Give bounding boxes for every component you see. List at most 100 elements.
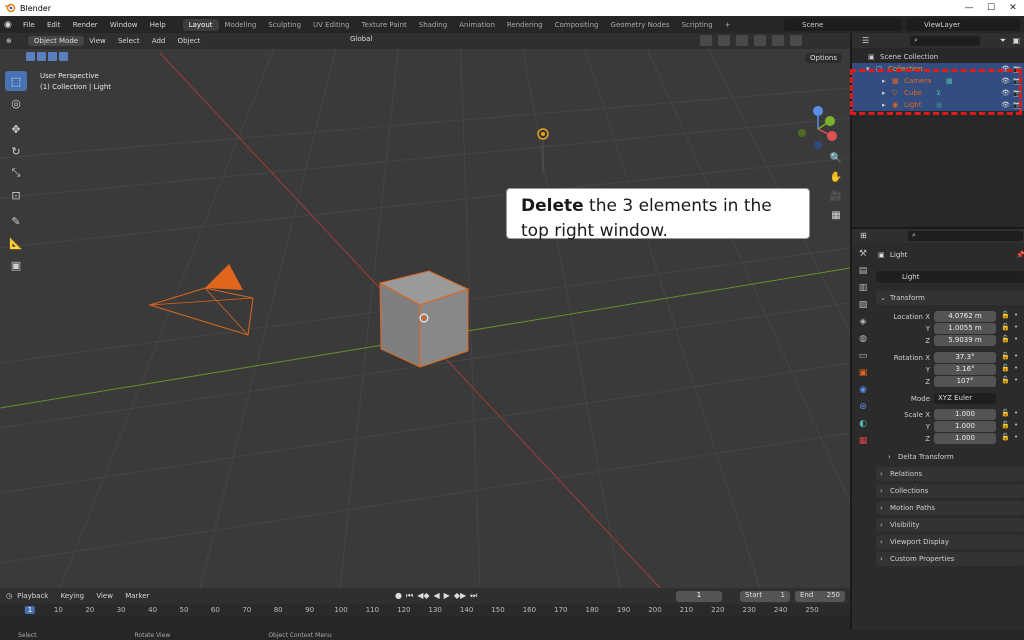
shading-rendered-icon[interactable]: [790, 35, 802, 46]
transform-orientation-dropdown[interactable]: Global: [350, 35, 372, 43]
viewport-menu-add[interactable]: Add: [147, 37, 171, 45]
jump-end-icon[interactable]: ⏭: [470, 591, 477, 601]
add-workspace-icon[interactable]: +: [719, 19, 737, 31]
lock-icon[interactable]: 🔓: [1001, 352, 1010, 360]
timeline-track[interactable]: [0, 616, 850, 630]
timeline-ruler[interactable]: 1 10 20 30 40 50 60 70 80 90 100 110 120 130 140 150 160…: [0, 604, 850, 616]
rotation-x-field[interactable]: 37.3°: [934, 352, 996, 363]
location-x-field[interactable]: 4.0762 m: [934, 311, 996, 322]
render-tab-icon[interactable]: ▤: [854, 266, 872, 283]
play-reverse-icon[interactable]: ◀: [434, 591, 440, 601]
pin-icon[interactable]: 📌: [1016, 251, 1024, 259]
tab-sculpting[interactable]: Sculpting: [262, 19, 307, 31]
select-new-icon[interactable]: [26, 52, 35, 61]
keyframe-dot-icon[interactable]: •: [1014, 364, 1018, 372]
scale-x-field[interactable]: 1.000: [934, 409, 996, 420]
menu-help[interactable]: Help: [145, 21, 171, 29]
shading-solid-icon[interactable]: [754, 35, 766, 46]
camera-view-icon[interactable]: 🎥: [828, 191, 844, 210]
navigation-gizmo[interactable]: [790, 103, 840, 153]
xray-toggle-icon[interactable]: [718, 35, 730, 46]
lock-icon[interactable]: 🔓: [1001, 335, 1010, 343]
next-keyframe-icon[interactable]: ◆▶: [454, 591, 466, 601]
timeline-menu-view[interactable]: View: [91, 592, 118, 600]
lock-icon[interactable]: 🔓: [1001, 364, 1010, 372]
keyframe-dot-icon[interactable]: •: [1014, 376, 1018, 384]
object-name-field[interactable]: Light: [876, 271, 1024, 283]
lock-icon[interactable]: 🔓: [1001, 433, 1010, 441]
scene-tab-icon[interactable]: ◈: [854, 317, 872, 334]
tab-modeling[interactable]: Modeling: [219, 19, 263, 31]
tab-animation[interactable]: Animation: [453, 19, 501, 31]
properties-search-input[interactable]: ⌕: [908, 231, 1023, 241]
tab-layout[interactable]: Layout: [182, 18, 219, 31]
view-layer-tab-icon[interactable]: ▧: [854, 300, 872, 317]
outliner-search-input[interactable]: ⌕: [910, 36, 980, 46]
add-cube-tool-icon[interactable]: ▣: [5, 255, 27, 275]
lock-icon[interactable]: 🔓: [1001, 421, 1010, 429]
move-tool-icon[interactable]: ✥: [5, 119, 27, 139]
3d-viewport[interactable]: ⊕ Object Mode View Select Add Object Glo…: [0, 33, 850, 588]
prev-keyframe-icon[interactable]: ◀◆: [417, 591, 429, 601]
texture-tab-icon[interactable]: ▦: [854, 436, 872, 453]
tab-scripting[interactable]: Scripting: [676, 19, 719, 31]
select-invert-icon[interactable]: [59, 52, 68, 61]
outliner-row-scene-collection[interactable]: ▣ Scene Collection: [852, 51, 1024, 63]
visibility-section-header[interactable]: › Visibility: [876, 518, 1024, 532]
scene-selector[interactable]: Scene: [784, 18, 902, 31]
object-tab-icon[interactable]: ▣: [854, 368, 872, 385]
relations-section-header[interactable]: › Relations: [876, 467, 1024, 481]
camera-object[interactable]: [148, 264, 254, 336]
tool-tab-icon[interactable]: ⚒: [854, 249, 872, 266]
delta-transform-header[interactable]: › Delta Transform: [876, 450, 1024, 464]
start-frame-field[interactable]: Start 1: [740, 591, 790, 602]
zoom-icon[interactable]: 🔍: [828, 153, 844, 172]
lock-icon[interactable]: 🔓: [1001, 311, 1010, 319]
rotation-mode-dropdown[interactable]: XYZ Euler: [934, 393, 996, 404]
output-tab-icon[interactable]: ▥: [854, 283, 872, 300]
pan-hand-icon[interactable]: ✋: [828, 172, 844, 191]
keyframe-dot-icon[interactable]: •: [1014, 433, 1018, 441]
maximize-icon[interactable]: ☐: [980, 0, 1002, 16]
blender-menu-icon[interactable]: ◉: [4, 20, 18, 30]
rotate-tool-icon[interactable]: ↻: [5, 141, 27, 161]
measure-tool-icon[interactable]: 📐: [5, 233, 27, 253]
minimize-icon[interactable]: —: [958, 0, 980, 16]
collections-section-header[interactable]: › Collections: [876, 484, 1024, 498]
select-subtract-icon[interactable]: [48, 52, 57, 61]
keyframe-dot-icon[interactable]: •: [1014, 335, 1018, 343]
end-frame-field[interactable]: End 250: [795, 591, 845, 602]
rotation-z-field[interactable]: 107°: [934, 376, 996, 387]
physics-tab-icon[interactable]: ◉: [854, 385, 872, 402]
motion-paths-section-header[interactable]: › Motion Paths: [876, 501, 1024, 515]
location-z-field[interactable]: 5.9039 m: [934, 335, 996, 346]
lock-icon[interactable]: 🔓: [1001, 409, 1010, 417]
menu-file[interactable]: File: [18, 21, 40, 29]
cube-object[interactable]: [378, 270, 470, 368]
options-dropdown[interactable]: Options: [805, 53, 843, 63]
rotation-y-field[interactable]: 3.16°: [934, 364, 996, 375]
world-tab-icon[interactable]: ◍: [854, 334, 872, 351]
collection-tab-icon[interactable]: ▭: [854, 351, 872, 368]
lock-icon[interactable]: 🔓: [1001, 323, 1010, 331]
scale-tool-icon[interactable]: ⤡: [5, 163, 27, 183]
play-icon[interactable]: ▶: [444, 591, 450, 601]
transform-tool-icon[interactable]: ⊡: [5, 185, 27, 205]
cursor-tool-icon[interactable]: ◎: [5, 93, 27, 113]
select-extend-icon[interactable]: [37, 52, 46, 61]
constraints-tab-icon[interactable]: ⊛: [854, 402, 872, 419]
timeline-menu-playback[interactable]: Playback: [12, 592, 53, 600]
custom-properties-section-header[interactable]: › Custom Properties: [876, 552, 1024, 566]
jump-start-icon[interactable]: ⏮: [406, 591, 413, 601]
location-y-field[interactable]: 1.0055 m: [934, 323, 996, 334]
tab-texture-paint[interactable]: Texture Paint: [356, 19, 413, 31]
annotate-tool-icon[interactable]: ✎: [5, 211, 27, 231]
grid-view-icon[interactable]: ▦: [828, 210, 844, 229]
filter-icon[interactable]: ⏷: [1000, 36, 1006, 46]
properties-editor-icon[interactable]: ⊞: [860, 231, 867, 240]
shading-wireframe-icon[interactable]: [736, 35, 748, 46]
outliner-editor-icon[interactable]: ☰: [862, 36, 869, 45]
record-icon[interactable]: ●: [395, 591, 402, 601]
keyframe-dot-icon[interactable]: •: [1014, 311, 1018, 319]
tab-geometry-nodes[interactable]: Geometry Nodes: [605, 19, 676, 31]
